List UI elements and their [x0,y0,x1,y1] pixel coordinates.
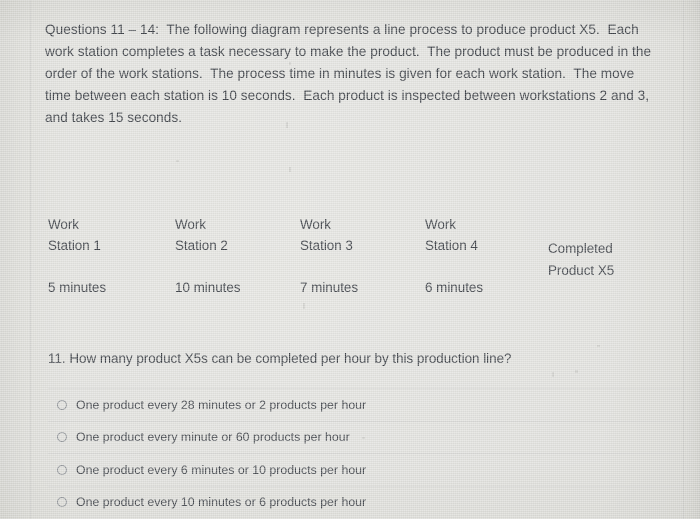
answer-option-1-label: One product every 28 minutes or 2 produc… [76,397,367,412]
work-station-1: Work Station 1 5 minutes [48,214,106,298]
work-station-2-time: 10 minutes [175,280,241,295]
work-station-3-name-line2: Station 3 [300,238,353,253]
scan-speck [597,345,600,347]
intro-line-1: Questions 11 – 14: The following diagram… [45,22,639,37]
answer-option-4[interactable]: One product every 10 minutes or 6 produc… [48,485,682,519]
scan-speck [176,160,179,162]
work-station-4-name-line2: Station 4 [425,238,478,253]
completed-product-line1: Completed [548,241,613,256]
completed-product-line2: Product X5 [548,263,615,278]
completed-product-label: Completed Product X5 [548,238,614,282]
work-station-2-name-line2: Station 2 [175,238,228,253]
work-station-4-name-line1: Work [425,217,456,232]
work-station-3-name-line1: Work [300,217,331,232]
process-line-diagram: Work Station 1 5 minutes Work Station 2 … [0,214,700,304]
radio-button-icon[interactable] [57,399,67,410]
intro-line-3: order of the work stations. The process … [45,66,635,81]
work-station-3: Work Station 3 7 minutes [300,214,358,298]
work-station-3-time: 7 minutes [300,280,359,295]
intro-line-4: time between each station is 10 seconds.… [45,88,650,103]
intro-line-5: and takes 15 seconds. [45,110,183,125]
scan-speck [552,372,554,377]
answer-option-1[interactable]: One product every 28 minutes or 2 produc… [48,388,682,421]
answer-option-4-label: One product every 10 minutes or 6 produc… [76,495,367,510]
answer-option-3-label: One product every 6 minutes or 10 produc… [76,462,367,477]
work-station-1-time: 5 minutes [48,280,107,295]
answer-option-2-label: One product every minute or 60 products … [76,430,350,445]
question-11-options: One product every 28 minutes or 2 produc… [48,388,682,518]
radio-button-icon[interactable] [57,432,67,443]
work-station-1-name-line1: Work [48,217,79,232]
question-set-intro: Questions 11 – 14: The following diagram… [45,19,670,129]
work-station-4: Work Station 4 6 minutes [425,214,483,298]
radio-button-icon[interactable] [57,497,67,508]
work-station-2: Work Station 2 10 minutes [175,214,241,298]
answer-option-3[interactable]: One product every 6 minutes or 10 produc… [48,453,682,486]
answer-option-2[interactable]: One product every minute or 60 products … [48,420,682,454]
work-station-2-name-line1: Work [175,217,206,232]
page-content: Questions 11 – 14: The following diagram… [0,0,700,519]
work-station-4-time: 6 minutes [425,280,484,295]
radio-button-icon[interactable] [57,464,67,475]
scan-speck [575,370,578,373]
scan-speck [289,167,291,172]
question-11-text: 11. How many product X5s can be complete… [48,351,512,366]
intro-line-2: work station completes a task necessary … [45,44,652,59]
work-station-1-name-line2: Station 1 [48,238,101,253]
